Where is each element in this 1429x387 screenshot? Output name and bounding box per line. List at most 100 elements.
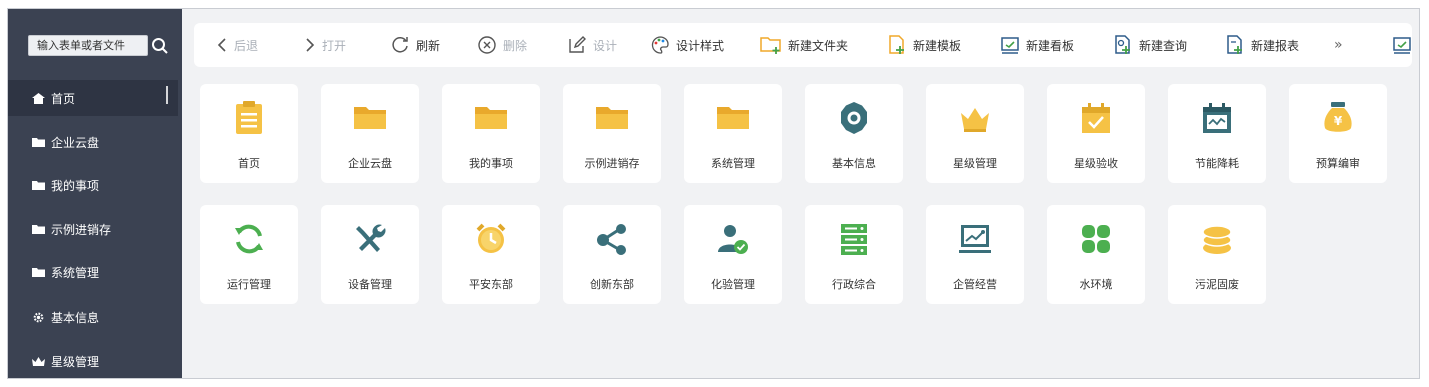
design-style-button[interactable]: 设计样式: [650, 23, 724, 67]
folder-icon: [475, 107, 507, 129]
overflow-board-button[interactable]: [1392, 23, 1412, 67]
tile-label: 我的事项: [469, 157, 513, 170]
edit-icon: [569, 36, 586, 53]
tile-business-operations[interactable]: 企管经营: [926, 205, 1024, 304]
sidebar-item-basic-info[interactable]: 基本信息: [8, 299, 178, 335]
tile-cloud-disk[interactable]: 企业云盘: [321, 84, 419, 183]
board-icon: [1393, 37, 1411, 54]
tile-label: 污泥固废: [1195, 278, 1239, 291]
sidebar-item-system-admin[interactable]: 系统管理: [8, 254, 178, 290]
tile-water-environment[interactable]: 水环境: [1047, 205, 1145, 304]
tile-label: 星级管理: [953, 157, 997, 170]
open-button[interactable]: 打开: [304, 23, 346, 67]
folder-icon: [32, 137, 45, 147]
tile-label: 节能降耗: [1195, 157, 1239, 170]
tile-label: 行政综合: [832, 278, 876, 291]
active-indicator: [166, 86, 168, 104]
user-check-icon: [718, 225, 748, 254]
tile-safety[interactable]: 平安东部: [442, 205, 540, 304]
tile-my-tasks[interactable]: 我的事项: [442, 84, 540, 183]
tile-equipment[interactable]: 设备管理: [321, 205, 419, 304]
sidebar-item-cloud-disk[interactable]: 企业云盘: [8, 124, 178, 160]
sidebar-item-home[interactable]: 首页: [8, 80, 178, 116]
tile-sample-inventory[interactable]: 示例进销存: [563, 84, 661, 183]
design-button[interactable]: 设计: [567, 23, 617, 67]
tile-label: 企业云盘: [348, 157, 392, 170]
new-board-button[interactable]: 新建看板: [1000, 23, 1074, 67]
new-folder-button[interactable]: 新建文件夹: [760, 23, 848, 67]
server-icon: [841, 224, 867, 255]
new-report-icon: [1227, 35, 1242, 54]
delete-button[interactable]: 删除: [477, 23, 527, 67]
calendar-check-icon: [1082, 103, 1110, 133]
tile-sludge-waste[interactable]: 污泥固废: [1168, 205, 1266, 304]
folder-icon: [32, 224, 45, 234]
tile-administration[interactable]: 行政综合: [805, 205, 903, 304]
tile-label: 首页: [238, 157, 260, 170]
tile-label: 星级验收: [1074, 157, 1118, 170]
back-button[interactable]: 后退: [216, 23, 258, 67]
tile-label: 系统管理: [711, 157, 755, 170]
tile-basic-info[interactable]: 基本信息: [805, 84, 903, 183]
share-icon: [597, 224, 626, 255]
tile-label: 设备管理: [348, 278, 392, 291]
sidebar: 输入表单或者文件 首页 企业云盘 我的事项 示例进销存 系统管理 基本信息 星级…: [8, 9, 182, 378]
tile-star-acceptance[interactable]: 星级验收: [1047, 84, 1145, 183]
more-button[interactable]: »: [1334, 23, 1343, 67]
tile-label: 企管经营: [953, 278, 997, 291]
clover-icon: [1082, 225, 1110, 253]
new-query-button[interactable]: 新建查询: [1113, 23, 1187, 67]
new-report-button[interactable]: 新建报表: [1225, 23, 1299, 67]
tile-energy-saving[interactable]: 节能降耗: [1168, 84, 1266, 183]
new-template-icon: [889, 35, 904, 54]
folder-icon: [354, 107, 386, 129]
refresh-button[interactable]: 刷新: [390, 23, 440, 67]
app-window: 输入表单或者文件 首页 企业云盘 我的事项 示例进销存 系统管理 基本信息 星级…: [7, 8, 1420, 379]
crown-icon: [32, 356, 45, 366]
refresh-icon: [392, 37, 408, 53]
search-input[interactable]: 输入表单或者文件: [28, 35, 148, 56]
refresh-icon: [235, 224, 263, 254]
folder-icon: [596, 107, 628, 129]
sidebar-item-sample-inventory[interactable]: 示例进销存: [8, 211, 178, 247]
board-icon: [1001, 37, 1019, 54]
gear-icon: [841, 102, 867, 134]
tile-label: 预算编审: [1316, 157, 1360, 170]
crown-icon: [961, 108, 989, 132]
folder-icon: [717, 107, 749, 129]
tile-star-rating[interactable]: 星级管理: [926, 84, 1024, 183]
tile-label: 水环境: [1079, 278, 1113, 291]
sidebar-item-star-rating[interactable]: 星级管理: [8, 343, 178, 378]
folder-icon: [32, 267, 45, 277]
gear-icon: [33, 312, 44, 322]
money-bag-icon: ¥: [1324, 102, 1352, 132]
new-folder-icon: [760, 37, 781, 54]
new-template-button[interactable]: 新建模板: [887, 23, 961, 67]
tile-system-admin[interactable]: 系统管理: [684, 84, 782, 183]
search-icon[interactable]: [151, 37, 169, 55]
folder-icon: [32, 180, 45, 190]
tile-home[interactable]: 首页: [200, 84, 298, 183]
tile-label: 创新东部: [590, 278, 634, 291]
clipboard-icon: [236, 101, 262, 134]
sidebar-item-label: 基本信息: [51, 310, 100, 325]
coins-icon: [1202, 225, 1232, 254]
sidebar-item-label: 首页: [51, 91, 76, 106]
tile-innovation[interactable]: 创新东部: [563, 205, 661, 304]
sidebar-item-label: 系统管理: [51, 265, 100, 280]
tile-lab-tests[interactable]: 化验管理: [684, 205, 782, 304]
sidebar-item-my-tasks[interactable]: 我的事项: [8, 167, 178, 203]
svg-text:¥: ¥: [1334, 114, 1343, 128]
home-icon: [32, 92, 45, 104]
tile-label: 化验管理: [711, 278, 755, 291]
chevron-right-icon: [306, 38, 315, 52]
tile-operations[interactable]: 运行管理: [200, 205, 298, 304]
monitor-chart-icon: [959, 225, 991, 253]
tile-budget-review[interactable]: ¥ 预算编审: [1289, 84, 1387, 183]
new-query-icon: [1115, 35, 1130, 54]
sidebar-item-label: 示例进销存: [51, 222, 112, 237]
tile-label: 平安东部: [469, 278, 513, 291]
tools-icon: [356, 224, 386, 252]
alarm-clock-icon: [476, 223, 506, 253]
tile-label: 示例进销存: [584, 157, 640, 170]
